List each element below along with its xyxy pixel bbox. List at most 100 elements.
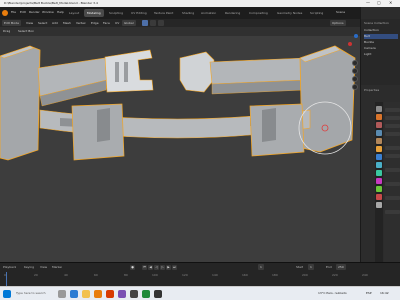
office-icon[interactable] xyxy=(106,290,114,298)
options-menu[interactable]: Options xyxy=(330,20,346,26)
modifier-tab-icon[interactable] xyxy=(376,154,382,160)
language-indicator[interactable]: ESP xyxy=(366,292,372,295)
render-tab-icon[interactable] xyxy=(376,114,382,120)
property-field[interactable] xyxy=(385,124,400,128)
menu-edit[interactable]: Edit xyxy=(20,10,26,14)
prev-keyframe-icon[interactable]: ◀ xyxy=(148,265,153,270)
output-tab-icon[interactable] xyxy=(376,122,382,128)
z-axis-icon[interactable] xyxy=(354,34,358,38)
tool-tab-icon[interactable] xyxy=(376,106,382,112)
jump-end-icon[interactable]: ⏭ xyxy=(172,265,177,270)
tab-rendering[interactable]: Rendering xyxy=(222,9,243,17)
tab-scripting[interactable]: Scripting xyxy=(307,9,326,17)
tab-modeling[interactable]: Modeling xyxy=(84,9,104,17)
app-icon[interactable] xyxy=(154,290,162,298)
edge-menu[interactable]: Edge xyxy=(89,20,101,26)
camera-view-icon[interactable] xyxy=(352,76,358,82)
outliner-row[interactable]: Camera xyxy=(364,46,398,51)
scene-selector[interactable]: Scene xyxy=(336,11,345,14)
property-field[interactable] xyxy=(385,168,400,172)
record-button[interactable]: ● xyxy=(130,265,135,270)
blender-logo-icon[interactable] xyxy=(2,10,8,16)
x-axis-icon[interactable] xyxy=(348,42,352,46)
uv-menu[interactable]: UV xyxy=(113,20,121,26)
current-frame-field[interactable]: 1 xyxy=(258,264,264,270)
taskbar-search[interactable]: Type here to search xyxy=(16,292,46,295)
maximize-button[interactable]: ▢ xyxy=(377,1,381,5)
app-icon[interactable] xyxy=(118,290,126,298)
outliner-row[interactable]: Collection xyxy=(364,28,398,33)
material-tab-icon[interactable] xyxy=(376,194,382,200)
tab-shading[interactable]: Shading xyxy=(179,9,197,17)
marker-menu[interactable]: Marker xyxy=(52,266,62,269)
edge-icon[interactable] xyxy=(70,290,78,298)
property-field[interactable] xyxy=(385,182,400,186)
property-field[interactable] xyxy=(385,146,400,150)
keying-menu[interactable]: Keying xyxy=(24,266,34,269)
clock[interactable]: 16:42 xyxy=(380,292,389,295)
app-icon[interactable] xyxy=(142,290,150,298)
playback-menu[interactable]: Playback xyxy=(3,266,16,269)
scene-tab-icon[interactable] xyxy=(376,130,382,136)
transform-orientation[interactable]: Global xyxy=(122,20,136,26)
weather-widget[interactable]: 13°C Pers. nublado xyxy=(318,292,347,295)
tab-animation[interactable]: Animation xyxy=(198,9,219,17)
pan-hand-icon[interactable] xyxy=(352,68,358,74)
menu-file[interactable]: File xyxy=(11,10,16,14)
play-icon[interactable]: ▷ xyxy=(160,265,165,270)
file-explorer-icon[interactable] xyxy=(82,290,90,298)
end-frame-field[interactable]: 250 xyxy=(336,264,346,270)
outliner-row[interactable]: Belt xyxy=(364,34,398,39)
world-tab-icon[interactable] xyxy=(376,138,382,144)
menu-window[interactable]: Window xyxy=(42,10,54,14)
add-menu[interactable]: Add xyxy=(50,20,60,26)
tab-compositing[interactable]: Compositing xyxy=(246,9,271,17)
view-menu[interactable]: View xyxy=(24,20,35,26)
select-box-setting[interactable]: Select Box xyxy=(18,30,34,33)
view-menu[interactable]: View xyxy=(40,266,47,269)
tab-geometry-nodes[interactable]: Geometry Nodes xyxy=(274,9,305,17)
menu-help[interactable]: Help xyxy=(57,10,64,14)
minimize-button[interactable]: — xyxy=(366,1,370,5)
pivot-icon[interactable] xyxy=(142,20,148,26)
property-field[interactable] xyxy=(385,196,400,200)
tab-layout[interactable]: Layout xyxy=(66,9,82,17)
app-icon[interactable] xyxy=(130,290,138,298)
physics-tab-icon[interactable] xyxy=(376,170,382,176)
outliner-row[interactable]: Light xyxy=(364,52,398,57)
3d-viewport[interactable] xyxy=(0,36,360,262)
object-tab-icon[interactable] xyxy=(376,146,382,152)
property-field[interactable] xyxy=(385,132,400,136)
playhead[interactable] xyxy=(6,272,7,286)
snap-icon[interactable] xyxy=(150,20,156,26)
tab-texture-paint[interactable]: Texture Paint xyxy=(151,9,176,17)
drag-setting[interactable]: Drag xyxy=(3,30,10,33)
frame-ruler[interactable]: 0 20 40 60 80 100 120 140 160 180 200 22… xyxy=(0,272,400,286)
texture-tab-icon[interactable] xyxy=(376,202,382,208)
property-field[interactable] xyxy=(385,210,400,214)
jump-start-icon[interactable]: ⏮ xyxy=(142,265,147,270)
next-keyframe-icon[interactable]: ▶ xyxy=(166,265,171,270)
outliner-row[interactable]: Buckle xyxy=(364,40,398,45)
task-view-icon[interactable] xyxy=(58,290,66,298)
start-frame-field[interactable]: 1 xyxy=(308,264,314,270)
mesh-menu[interactable]: Mesh xyxy=(61,20,73,26)
proportional-icon[interactable] xyxy=(158,20,164,26)
constraints-tab-icon[interactable] xyxy=(376,178,382,184)
property-field[interactable] xyxy=(385,154,400,158)
zoom-icon[interactable] xyxy=(352,60,358,66)
play-reverse-icon[interactable]: ◁ xyxy=(154,265,159,270)
tab-sculpting[interactable]: Sculpting xyxy=(106,9,126,17)
select-menu[interactable]: Select xyxy=(36,20,49,26)
close-button[interactable]: ✕ xyxy=(389,1,392,5)
particles-tab-icon[interactable] xyxy=(376,162,382,168)
property-field[interactable] xyxy=(385,108,400,112)
property-field[interactable] xyxy=(385,116,400,120)
face-menu[interactable]: Face xyxy=(101,20,112,26)
vertex-menu[interactable]: Vertex xyxy=(74,20,88,26)
perspective-toggle-icon[interactable] xyxy=(352,84,358,90)
start-icon[interactable] xyxy=(3,290,11,298)
data-tab-icon[interactable] xyxy=(376,186,382,192)
menu-render[interactable]: Render xyxy=(29,10,40,14)
tab-uv-editing[interactable]: UV Editing xyxy=(128,9,150,17)
